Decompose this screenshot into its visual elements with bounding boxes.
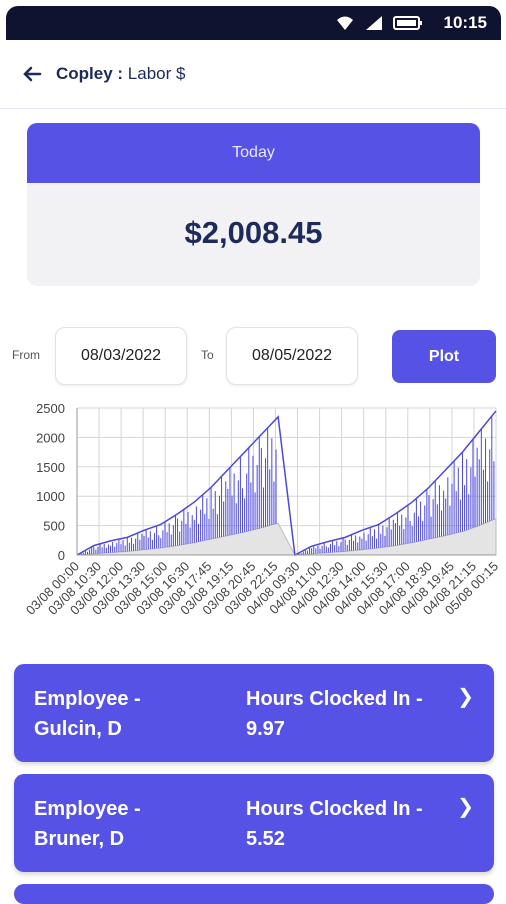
y-tick-label: 500 <box>43 519 65 534</box>
today-summary-card: Today $2,008.45 <box>27 123 480 286</box>
to-date-field[interactable]: 08/05/2022 <box>226 327 358 385</box>
employee-label: Employee - <box>34 688 141 710</box>
metric-name: Labor $ <box>127 64 186 83</box>
y-tick-label: 1500 <box>36 460 65 475</box>
back-arrow-icon[interactable] <box>20 62 44 86</box>
status-bar: 10:15 <box>6 6 501 40</box>
hours-label: Hours Clocked In - <box>246 688 423 710</box>
wifi-icon <box>337 16 353 30</box>
store-name: Copley <box>56 64 113 83</box>
from-date-field[interactable]: 08/03/2022 <box>55 327 187 385</box>
title-separator: : <box>112 64 128 83</box>
employee-card[interactable]: Employee - Bruner, D Hours Clocked In - 5.… <box>14 774 494 872</box>
labor-chart: 0500100015002000250003/08 00:0003/08 10:… <box>23 401 501 618</box>
to-label: To <box>201 348 214 362</box>
y-tick-label: 2000 <box>36 430 65 445</box>
y-tick-label: 2500 <box>36 401 65 416</box>
employee-card-partial[interactable] <box>14 884 494 904</box>
status-time: 10:15 <box>443 13 487 32</box>
app-bar: Copley : Labor $ <box>0 40 506 109</box>
hours-value: 5.52 <box>246 828 285 850</box>
employee-name: Bruner, D <box>34 828 125 850</box>
period-label: Today <box>27 123 480 183</box>
status-icons <box>335 15 423 31</box>
plot-button[interactable]: Plot <box>392 330 496 383</box>
y-tick-label: 0 <box>58 548 65 563</box>
hours-value: 9.97 <box>246 718 285 740</box>
signal-icon <box>366 16 382 30</box>
chevron-right-icon: ❯ <box>457 686 474 708</box>
battery-icon <box>393 16 422 30</box>
hours-label: Hours Clocked In - <box>246 798 423 820</box>
employee-label: Employee - <box>34 798 141 820</box>
employee-name: Gulcin, D <box>34 718 122 740</box>
labor-amount: $2,008.45 <box>184 215 323 250</box>
page-title: Copley : Labor $ <box>56 64 185 84</box>
y-tick-label: 1000 <box>36 489 65 504</box>
from-label: From <box>12 348 40 362</box>
chevron-right-icon: ❯ <box>457 796 474 818</box>
employee-card[interactable]: Employee - Gulcin, D Hours Clocked In - 9.… <box>14 664 494 762</box>
